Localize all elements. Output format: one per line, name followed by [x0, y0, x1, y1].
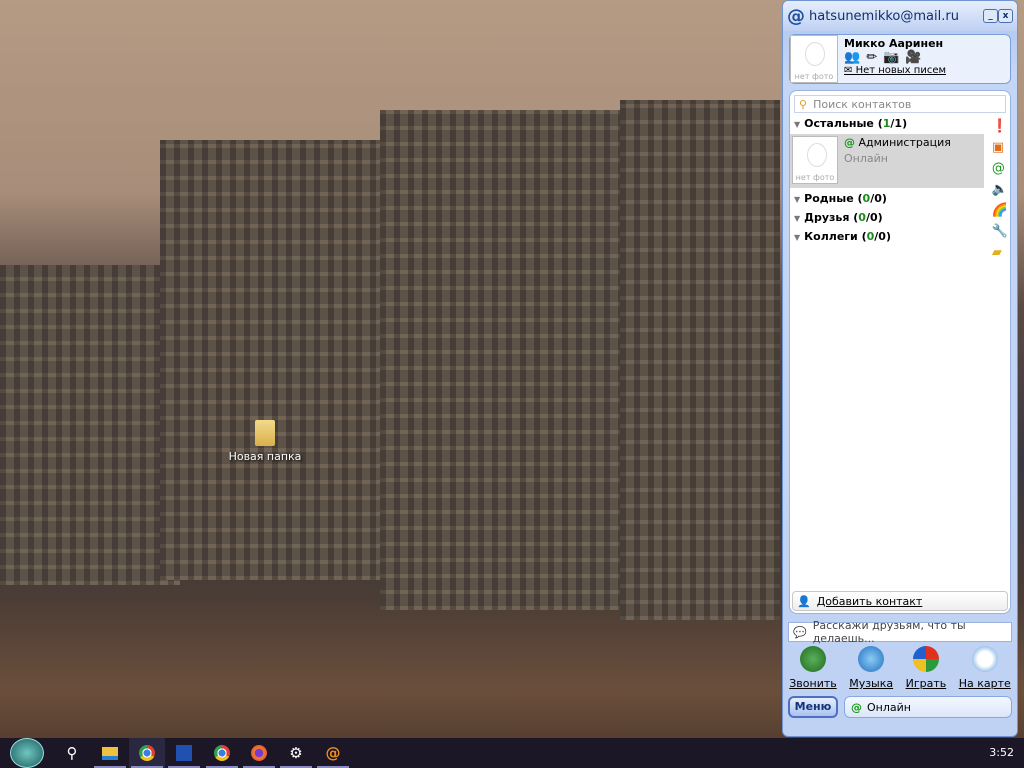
video-icon[interactable]: 🎥 [905, 50, 921, 65]
status-message-input[interactable]: 💬 Расскажи друзьям, что ты делаешь... [788, 619, 1012, 645]
call-label: Звонить [789, 677, 837, 690]
menu-button[interactable]: Меню [788, 696, 838, 718]
search-icon[interactable]: ⚲ [54, 738, 90, 768]
contact-list-panel: ⚲ Поиск контактов ▼ Остальные (1/1) нет фо… [789, 90, 1011, 614]
profile-panel: нет фото Микко Ааринен 👥 ✏ 📷 🎥 ✉ Нет нов… [789, 34, 1011, 84]
group-total: 1 [894, 117, 903, 130]
collapse-triangle-icon: ▼ [794, 120, 801, 129]
folder-icon [255, 420, 275, 446]
add-contact-button[interactable]: 👤 Добавить контакт [792, 591, 1008, 611]
notification-icon[interactable]: ❗ [992, 119, 1008, 134]
music-label: Музыка [849, 677, 894, 690]
mail-status: Нет новых писем [855, 65, 947, 76]
collapse-triangle-icon: ▼ [794, 195, 801, 204]
sound-icon[interactable]: 🔈 [992, 182, 1008, 197]
add-contact-label: Добавить контакт [816, 594, 923, 608]
group-header[interactable]: ▼ Родные (0/0) [794, 192, 1010, 207]
group-total: 0 [869, 211, 878, 224]
compass-icon [971, 646, 998, 672]
mail-agent-taskbar-icon[interactable]: @ [315, 738, 351, 768]
profile-name: Микко Ааринен [844, 37, 944, 50]
taskbar: ⚲ ⚙ @ 3:52 [0, 738, 1024, 768]
no-photo-label: нет фото [795, 173, 835, 182]
folder-label: Новая папка [228, 450, 302, 463]
map-label: На карте [958, 677, 1011, 690]
desktop-folder-icon[interactable]: Новая папка [226, 420, 304, 463]
group-name: Друзья [804, 211, 850, 224]
status-select[interactable]: @ Онлайн [844, 696, 1012, 718]
theme-icon[interactable]: 🌈 [992, 203, 1008, 218]
folder-icon[interactable]: ▰ [992, 245, 1008, 260]
group-name: Родные [804, 192, 854, 205]
games-icon [912, 646, 939, 672]
contacts-icon[interactable]: 👥 [844, 50, 860, 65]
contact-avatar: нет фото [792, 136, 838, 184]
contact-name: Администрация [858, 136, 951, 149]
shell-logo-icon [10, 738, 44, 768]
chrome-icon[interactable] [129, 738, 165, 768]
clock: 3:52 [989, 746, 1014, 759]
group-online: 0 [866, 230, 875, 243]
music-button[interactable]: Музыка [849, 646, 893, 690]
map-button[interactable]: На карте [959, 646, 1011, 690]
wallpaper-building [0, 265, 180, 585]
file-explorer-icon[interactable] [92, 738, 128, 768]
group-total: 0 [878, 230, 886, 243]
contact-card-icon[interactable]: ▣ [992, 140, 1008, 155]
mail-agent-window: @ hatsunemikko@mail.ru _ x нет фото Микк… [782, 0, 1018, 737]
collapse-triangle-icon: ▼ [794, 214, 801, 223]
speech-bubble-icon: 💬 [793, 625, 807, 639]
music-icon [858, 646, 885, 672]
call-button[interactable]: Звонить [789, 646, 837, 690]
mail-link[interactable]: ✉ Нет новых писем [844, 65, 946, 76]
online-at-icon: @ [844, 136, 855, 149]
wallpaper-building [380, 110, 630, 610]
close-button[interactable]: x [998, 9, 1013, 23]
mail-at-icon: @ [787, 5, 805, 27]
group-online: 0 [858, 211, 866, 224]
search-icon: ⚲ [799, 97, 808, 111]
settings-wrench-icon[interactable]: 🔧 [992, 224, 1008, 239]
collapse-triangle-icon: ▼ [794, 233, 801, 242]
firefox-icon[interactable] [241, 738, 277, 768]
add-user-icon: 👤 [797, 594, 811, 608]
start-button[interactable] [8, 738, 46, 768]
chrome-profile-icon[interactable] [204, 738, 240, 768]
window-title: hatsunemikko@mail.ru [809, 8, 959, 24]
title-bar[interactable]: @ hatsunemikko@mail.ru _ x [783, 1, 1017, 31]
app-avatar-icon[interactable] [166, 738, 202, 768]
phone-icon [799, 646, 826, 672]
mail-at-icon[interactable]: @ [992, 161, 1008, 176]
wallpaper-building [620, 100, 780, 620]
group-name: Коллеги [804, 230, 858, 243]
group-online: 0 [862, 192, 871, 205]
wallpaper-building [160, 140, 380, 580]
camera-icon[interactable]: 📷 [883, 50, 899, 65]
group-header[interactable]: ▼ Остальные (1/1) [794, 117, 1010, 132]
status-label: Онлайн [867, 700, 911, 714]
online-at-icon: @ [851, 700, 862, 714]
envelope-icon: ✉ [844, 65, 856, 76]
minimize-button[interactable]: _ [983, 9, 998, 23]
settings-gear-icon[interactable]: ⚙ [278, 738, 314, 768]
avatar[interactable]: нет фото [790, 35, 838, 83]
no-photo-label: нет фото [794, 72, 834, 81]
games-label: Играть [905, 677, 947, 690]
search-placeholder: Поиск контактов [813, 97, 912, 111]
group-total: 0 [874, 192, 882, 205]
contact-item[interactable]: нет фото @ Администрация Онлайн [790, 134, 984, 188]
group-header[interactable]: ▼ Друзья (0/0) [794, 211, 1010, 226]
contact-status: Онлайн [844, 152, 888, 165]
status-placeholder: Расскажи друзьям, что ты делаешь... [812, 619, 966, 645]
edit-profile-icon[interactable]: ✏ [866, 50, 877, 65]
search-input[interactable]: ⚲ Поиск контактов [794, 95, 1006, 113]
group-header[interactable]: ▼ Коллеги (0/0) [794, 230, 1010, 245]
games-button[interactable]: Играть [905, 646, 947, 690]
group-name: Остальные [804, 117, 874, 130]
group-online: 1 [882, 117, 891, 130]
